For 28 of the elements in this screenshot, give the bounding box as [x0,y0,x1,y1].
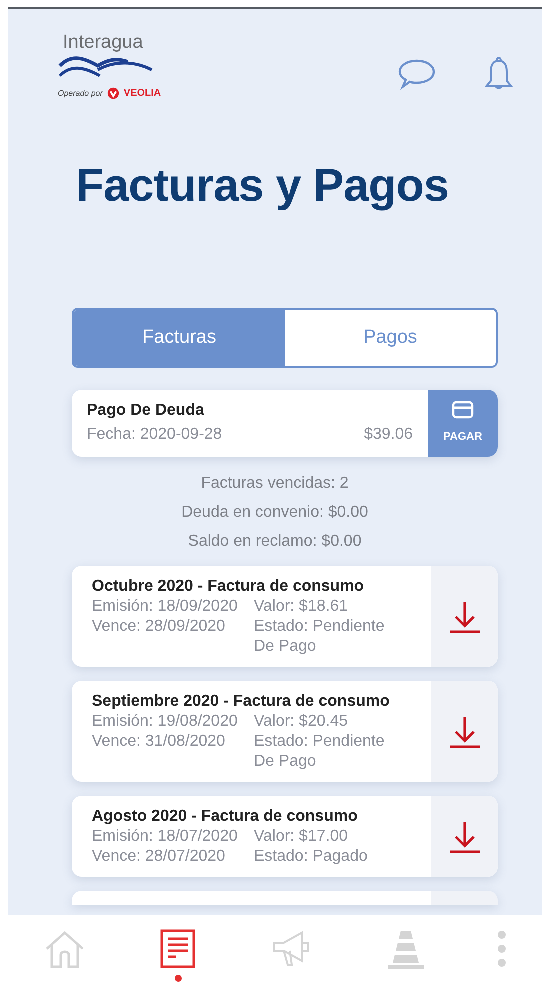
summary-line: Facturas vencidas: 2 [200,474,350,494]
operator-name: VEOLIA [124,87,162,101]
due-date: Vence: 28/07/2020 [92,847,226,867]
issue-date: Emisión: 18/09/2020 [92,597,239,617]
tab[interactable]: Facturas [74,310,285,366]
summary-line: Saldo en reclamo: $0.00 [187,532,363,552]
summary-line: Deuda en convenio: $0.00 [180,503,370,523]
debt-title: Pago De Deuda [87,401,206,421]
issue-date: Emisión: 18/07/2020 [92,827,239,847]
invoice-status: Estado: Pendiente De Pago [254,732,386,772]
operator-caption: Operado por [58,88,103,100]
pay-button[interactable]: PAGAR [428,390,498,457]
invoice-title: Septiembre 2020 - Factura de consumo [92,692,391,712]
invoice-value: Valor: $20.45 [254,712,349,732]
invoice-value: Valor: $18.61 [254,597,349,617]
invoice-title: Agosto 2020 - Factura de consumo [92,807,359,827]
due-date: Vence: 31/08/2020 [92,732,226,752]
tab[interactable]: Pagos [285,310,496,366]
invoice-status: Estado: Pagado [254,847,369,867]
invoice-value: Valor: $17.00 [254,827,349,847]
invoice-status: Estado: Pendiente De Pago [254,617,386,657]
invoice-title: Octubre 2020 - Factura de consumo [92,577,366,597]
debt-amount: $39.06 [364,425,413,445]
page-title: Facturas y Pagos [76,158,450,213]
due-date: Vence: 28/09/2020 [92,617,226,637]
debt-date: Fecha: 2020-09-28 [87,425,222,445]
issue-date: Emisión: 19/08/2020 [92,712,239,732]
brand-name: Interagua [63,33,144,52]
